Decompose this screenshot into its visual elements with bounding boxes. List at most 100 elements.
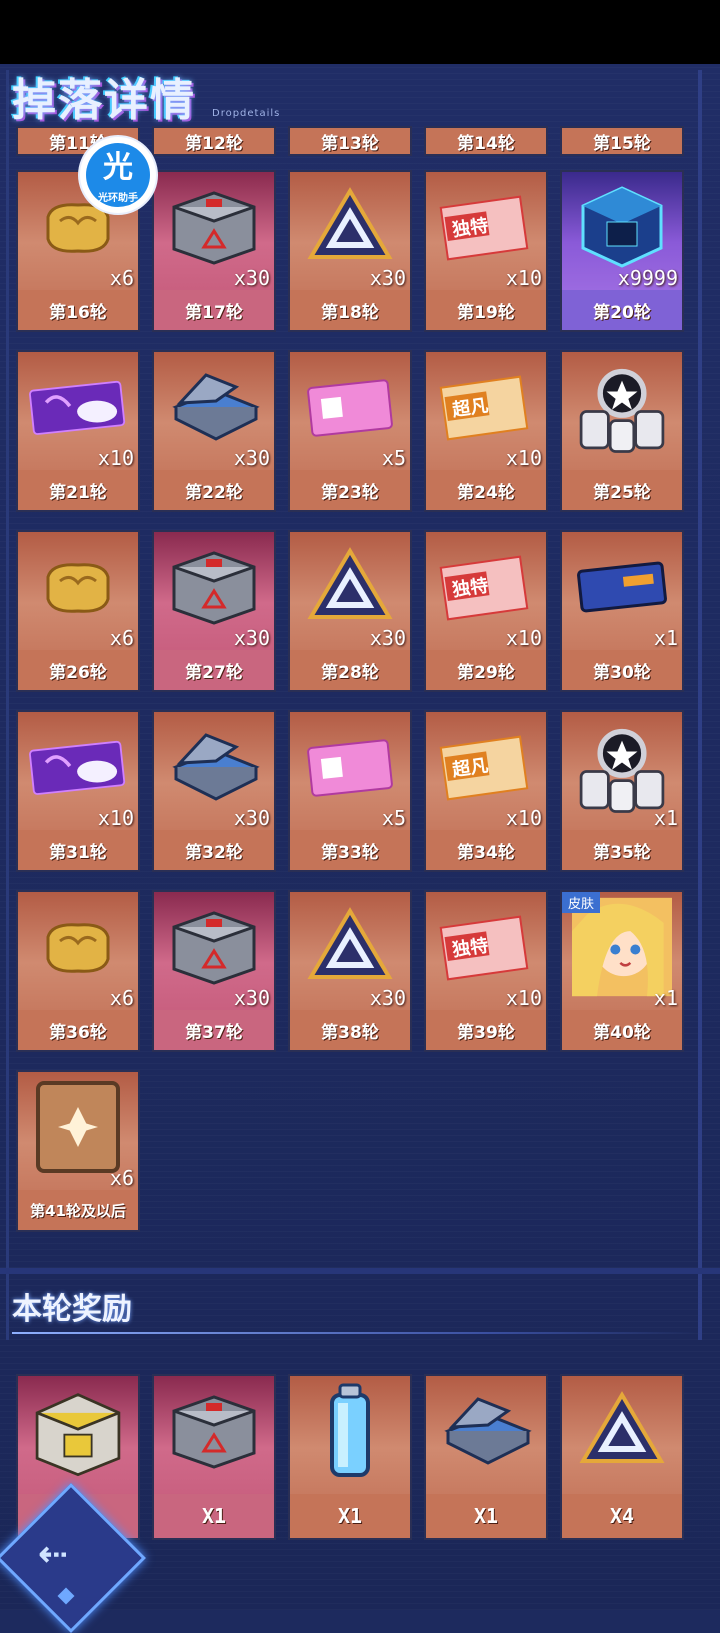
card-label-bar: 第39轮 [426,1010,546,1050]
chip-case-icon [436,1386,536,1476]
item-quantity: x30 [233,626,270,650]
current-rewards-title: 本轮奖励 [12,1292,132,1327]
card-label-bar: 第40轮 [562,1010,682,1050]
item-quantity: x10 [505,626,542,650]
card-label-bar: 第36轮 [18,1010,138,1050]
round-card[interactable]: x30 第38轮 [288,890,412,1052]
reward-card[interactable]: X1 [152,1374,276,1540]
item-quantity: x1 [653,986,678,1010]
item-quantity: x10 [505,446,542,470]
mech-unit-icon [572,362,672,453]
round-card[interactable]: x10 第31轮 [16,710,140,872]
item-quantity: x30 [233,446,270,470]
battery-icon [300,1383,400,1477]
card-label-bar: 第33轮 [290,830,410,870]
card-label-bar: 第41轮及以后 [18,1190,138,1230]
item-quantity: x10 [97,446,134,470]
card-label-bar: 第18轮 [290,290,410,330]
round-card[interactable]: 第13轮 [288,126,412,156]
round-label: 第30轮 [593,662,651,683]
round-card[interactable]: x30 第22轮 [152,350,276,512]
card-label-bar: 第24轮 [426,470,546,510]
item-quantity: x10 [505,986,542,1010]
card-label-bar: X1 [290,1494,410,1538]
round-card[interactable]: x9999 第20轮 [560,170,684,332]
round-card[interactable]: x6 第41轮及以后 [16,1070,140,1232]
reward-card[interactable]: X4 [560,1374,684,1540]
bronze-panel-icon [28,1081,128,1173]
unique-card-icon: 独特 [436,902,536,992]
status-bar [0,0,720,64]
item-quantity: x30 [233,266,270,290]
panel-border-left [6,70,9,1340]
round-card[interactable]: 第25轮 [560,350,684,512]
card-label-bar: 第20轮 [562,290,682,330]
card-label-bar: 第38轮 [290,1010,410,1050]
round-card[interactable]: x30 第17轮 [152,170,276,332]
round-card[interactable]: x5 第23轮 [288,350,412,512]
item-quantity: x10 [505,806,542,830]
round-label: 第37轮 [185,1022,243,1043]
page-title: 掉落详情 [12,75,196,126]
card-label-bar: X4 [562,1494,682,1538]
triangle-core-icon [300,902,400,992]
round-card[interactable]: 超凡 x10 第34轮 [424,710,548,872]
round-label: 第28轮 [321,662,379,683]
round-card[interactable]: 第15轮 [560,126,684,156]
section-separator [0,1268,720,1274]
round-card[interactable]: x10 第21轮 [16,350,140,512]
round-label: 第29轮 [457,662,515,683]
card-label-bar: 第35轮 [562,830,682,870]
card-label-bar: 第27轮 [154,650,274,690]
supply-crate-icon [164,542,264,632]
round-card[interactable]: 第12轮 [152,126,276,156]
page-subtitle: Dropdetails [212,108,281,119]
item-quantity: x6 [109,986,134,1010]
reward-card[interactable]: X1 [424,1374,548,1540]
round-card[interactable]: x30 第37轮 [152,890,276,1052]
supply-crate-icon [164,182,264,272]
card-label-bar: 第37轮 [154,1010,274,1050]
round-card[interactable]: x30 第27轮 [152,530,276,692]
round-card[interactable]: x1 第35轮 [560,710,684,872]
item-quantity: x30 [233,806,270,830]
supply-crate-icon [164,1386,264,1476]
round-label: 第41轮及以后 [30,1201,126,1220]
round-label: 第39轮 [457,1022,515,1043]
round-card[interactable]: 独特 x10 第19轮 [424,170,548,332]
round-label: 第24轮 [457,482,515,503]
unique-card-icon: 独特 [436,182,536,272]
item-quantity: x30 [369,626,406,650]
round-card[interactable]: 独特 x10 第39轮 [424,890,548,1052]
round-label: 第21轮 [49,482,107,503]
reward-quantity: X4 [609,1504,635,1528]
round-card[interactable]: 第14轮 [424,126,548,156]
reward-quantity: X1 [201,1504,227,1528]
card-label-bar: 第23轮 [290,470,410,510]
round-card[interactable]: x5 第33轮 [288,710,412,872]
round-card[interactable]: x30 第28轮 [288,530,412,692]
card-label-bar: 第14轮 [426,128,546,154]
round-label: 第25轮 [593,482,651,503]
round-card[interactable]: x30 第32轮 [152,710,276,872]
round-card[interactable]: x6 第36轮 [16,890,140,1052]
round-card[interactable]: 皮肤 x1 第40轮 [560,890,684,1052]
reward-quantity: X1 [337,1504,363,1528]
round-card[interactable]: 超凡 x10 第24轮 [424,350,548,512]
round-label: 第31轮 [49,842,107,863]
round-card[interactable]: x1 第30轮 [560,530,684,692]
round-card[interactable]: x6 第26轮 [16,530,140,692]
pink-card-icon [300,362,400,452]
round-card[interactable]: x30 第18轮 [288,170,412,332]
card-label-bar: 第29轮 [426,650,546,690]
pink-card-icon [300,722,400,812]
card-label-bar: 第17轮 [154,290,274,330]
cyber-cube-icon [572,182,672,272]
item-quantity: x1 [653,626,678,650]
gacha-ticket-icon [28,362,128,452]
round-card[interactable]: 独特 x10 第29轮 [424,530,548,692]
reward-card[interactable]: X1 [288,1374,412,1540]
item-quantity: x6 [109,626,134,650]
card-label-bar: 第13轮 [290,128,410,154]
item-quantity: x30 [369,986,406,1010]
